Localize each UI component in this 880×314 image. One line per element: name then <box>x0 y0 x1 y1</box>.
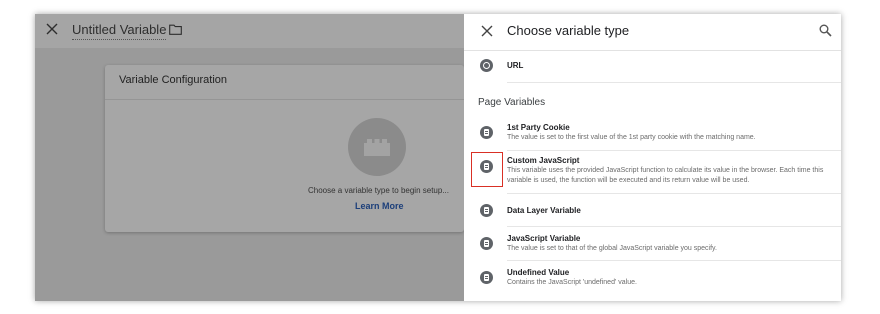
panel-header: Choose variable type <box>464 14 841 51</box>
document-icon <box>480 126 493 139</box>
variable-type-undefined-value[interactable]: Undefined Value Contains the JavaScript … <box>464 261 841 301</box>
variable-type-name: Custom JavaScript <box>507 156 580 165</box>
variable-type-name: Undefined Value <box>507 268 570 277</box>
close-icon[interactable] <box>481 25 493 37</box>
search-icon[interactable] <box>819 24 832 37</box>
variable-type-name: 1st Party Cookie <box>507 123 570 132</box>
variable-type-name: JavaScript Variable <box>507 234 581 243</box>
variable-type-url[interactable]: URL <box>464 50 841 83</box>
variable-type-data-layer-variable[interactable]: Data Layer Variable <box>464 195 841 227</box>
setup-hint: Choose a variable type to begin setup... <box>308 186 449 195</box>
brick-icon <box>364 139 390 156</box>
variable-type-panel: Choose variable type URL Page Variables … <box>464 14 841 301</box>
folder-icon[interactable] <box>169 24 182 35</box>
app-frame: Untitled Variable Variable Configuration… <box>35 14 841 301</box>
document-icon <box>480 204 493 217</box>
learn-more-link[interactable]: Learn More <box>355 201 404 211</box>
section-heading: Page Variables <box>478 97 546 108</box>
editor-header: Untitled Variable <box>35 14 464 48</box>
variable-name-field[interactable]: Untitled Variable <box>72 22 167 40</box>
variable-configuration-card[interactable]: Variable Configuration Choose a variable… <box>105 65 464 232</box>
close-icon[interactable] <box>45 22 59 36</box>
card-title: Variable Configuration <box>119 74 228 86</box>
variable-type-description: The value is set to the first value of t… <box>507 134 756 141</box>
document-icon <box>480 271 493 284</box>
variable-type-javascript-variable[interactable]: JavaScript Variable The value is set to … <box>464 227 841 261</box>
variable-type-placeholder[interactable] <box>348 118 406 176</box>
variable-type-description: Contains the JavaScript 'undefined' valu… <box>507 279 637 286</box>
globe-icon <box>480 59 493 72</box>
variable-editor: Untitled Variable Variable Configuration… <box>35 14 464 301</box>
variable-type-name: URL <box>507 61 524 70</box>
variable-type-1st-party-cookie[interactable]: 1st Party Cookie The value is set to the… <box>464 117 841 151</box>
variable-type-description: The value is set to that of the global J… <box>507 245 717 252</box>
row-divider <box>507 193 841 194</box>
variable-type-description: This variable uses the provided JavaScri… <box>507 167 824 184</box>
row-divider <box>507 82 841 83</box>
variable-type-custom-javascript[interactable]: Custom JavaScript This variable uses the… <box>464 152 841 194</box>
panel-title: Choose variable type <box>507 23 630 38</box>
highlight-box <box>471 152 503 187</box>
variable-type-name: Data Layer Variable <box>507 206 581 215</box>
row-divider <box>507 150 841 151</box>
document-icon <box>480 237 493 250</box>
card-divider <box>105 99 464 100</box>
